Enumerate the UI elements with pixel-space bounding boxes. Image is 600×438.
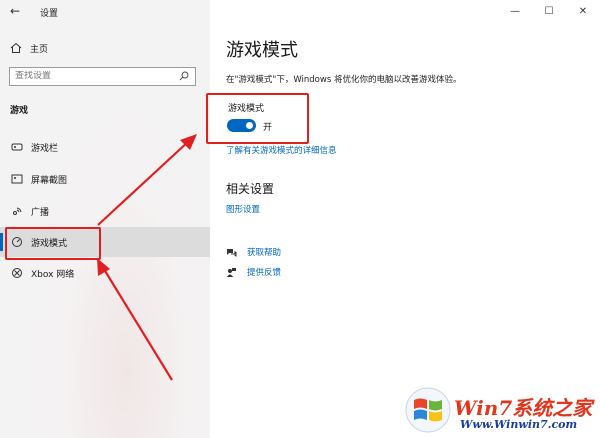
home-item[interactable]: 主页	[10, 40, 48, 56]
page-description: 在"游戏模式"下，Windows 将优化你的电脑以改善游戏体验。	[226, 75, 462, 85]
sidebar-item-xbox[interactable]: Xbox 网络	[0, 258, 210, 288]
windows-logo-icon	[405, 387, 451, 433]
main-content: — ☐ ✕ 游戏模式 在"游戏模式"下，Windows 将优化你的电脑以改善游戏…	[210, 0, 600, 438]
home-icon	[10, 42, 22, 53]
game-bar-icon	[11, 141, 23, 153]
titlebar-left: ← 设置	[0, 0, 210, 24]
get-help-link[interactable]: 获取帮助	[247, 246, 281, 258]
window-controls: — ☐ ✕	[498, 0, 600, 24]
sidebar-item-label: 游戏栏	[31, 143, 59, 154]
settings-window: ← 设置 主页 游戏 游戏栏 屏幕截图	[0, 0, 600, 438]
annotation-box-toggle	[206, 93, 309, 144]
sidebar-item-game-bar[interactable]: 游戏栏	[0, 132, 210, 162]
help-chat-icon	[227, 248, 237, 257]
close-button[interactable]: ✕	[566, 0, 600, 22]
search-input[interactable]	[15, 71, 175, 81]
watermark-url: Www.Winwin7.com	[460, 418, 578, 431]
sidebar: ← 设置 主页 游戏 游戏栏 屏幕截图	[0, 0, 210, 438]
broadcast-icon	[11, 205, 23, 217]
annotation-box-sidebar-item	[5, 227, 101, 260]
sidebar-item-screenshot[interactable]: 屏幕截图	[0, 164, 210, 194]
maximize-button[interactable]: ☐	[532, 0, 566, 22]
sidebar-item-label: Xbox 网络	[31, 269, 75, 280]
related-settings-title: 相关设置	[226, 182, 275, 196]
screenshot-icon	[11, 173, 23, 185]
feedback-row[interactable]: 提供反馈	[226, 265, 281, 279]
back-button[interactable]: ←	[10, 4, 20, 18]
watermark-brand: Win7系统之家	[454, 396, 593, 420]
search-icon[interactable]	[179, 71, 189, 81]
page-title: 游戏模式	[226, 40, 298, 61]
feedback-link[interactable]: 提供反馈	[247, 266, 281, 278]
app-title: 设置	[40, 9, 59, 19]
feedback-icon	[227, 267, 236, 277]
get-help-row[interactable]: 获取帮助	[226, 245, 281, 259]
watermark: Win7系统之家 Www.Winwin7.com	[402, 382, 600, 438]
active-indicator	[0, 233, 3, 251]
minimize-button[interactable]: —	[498, 0, 532, 22]
learn-more-link[interactable]: 了解有关游戏模式的详细信息	[226, 144, 337, 156]
search-box[interactable]	[9, 67, 196, 86]
xbox-icon	[11, 267, 23, 279]
home-label: 主页	[30, 44, 49, 55]
section-title-gaming: 游戏	[10, 106, 29, 116]
sidebar-item-label: 广播	[31, 207, 50, 218]
sidebar-item-label: 屏幕截图	[31, 175, 68, 186]
graphics-settings-link[interactable]: 图形设置	[226, 203, 260, 215]
sidebar-item-broadcast[interactable]: 广播	[0, 196, 210, 226]
